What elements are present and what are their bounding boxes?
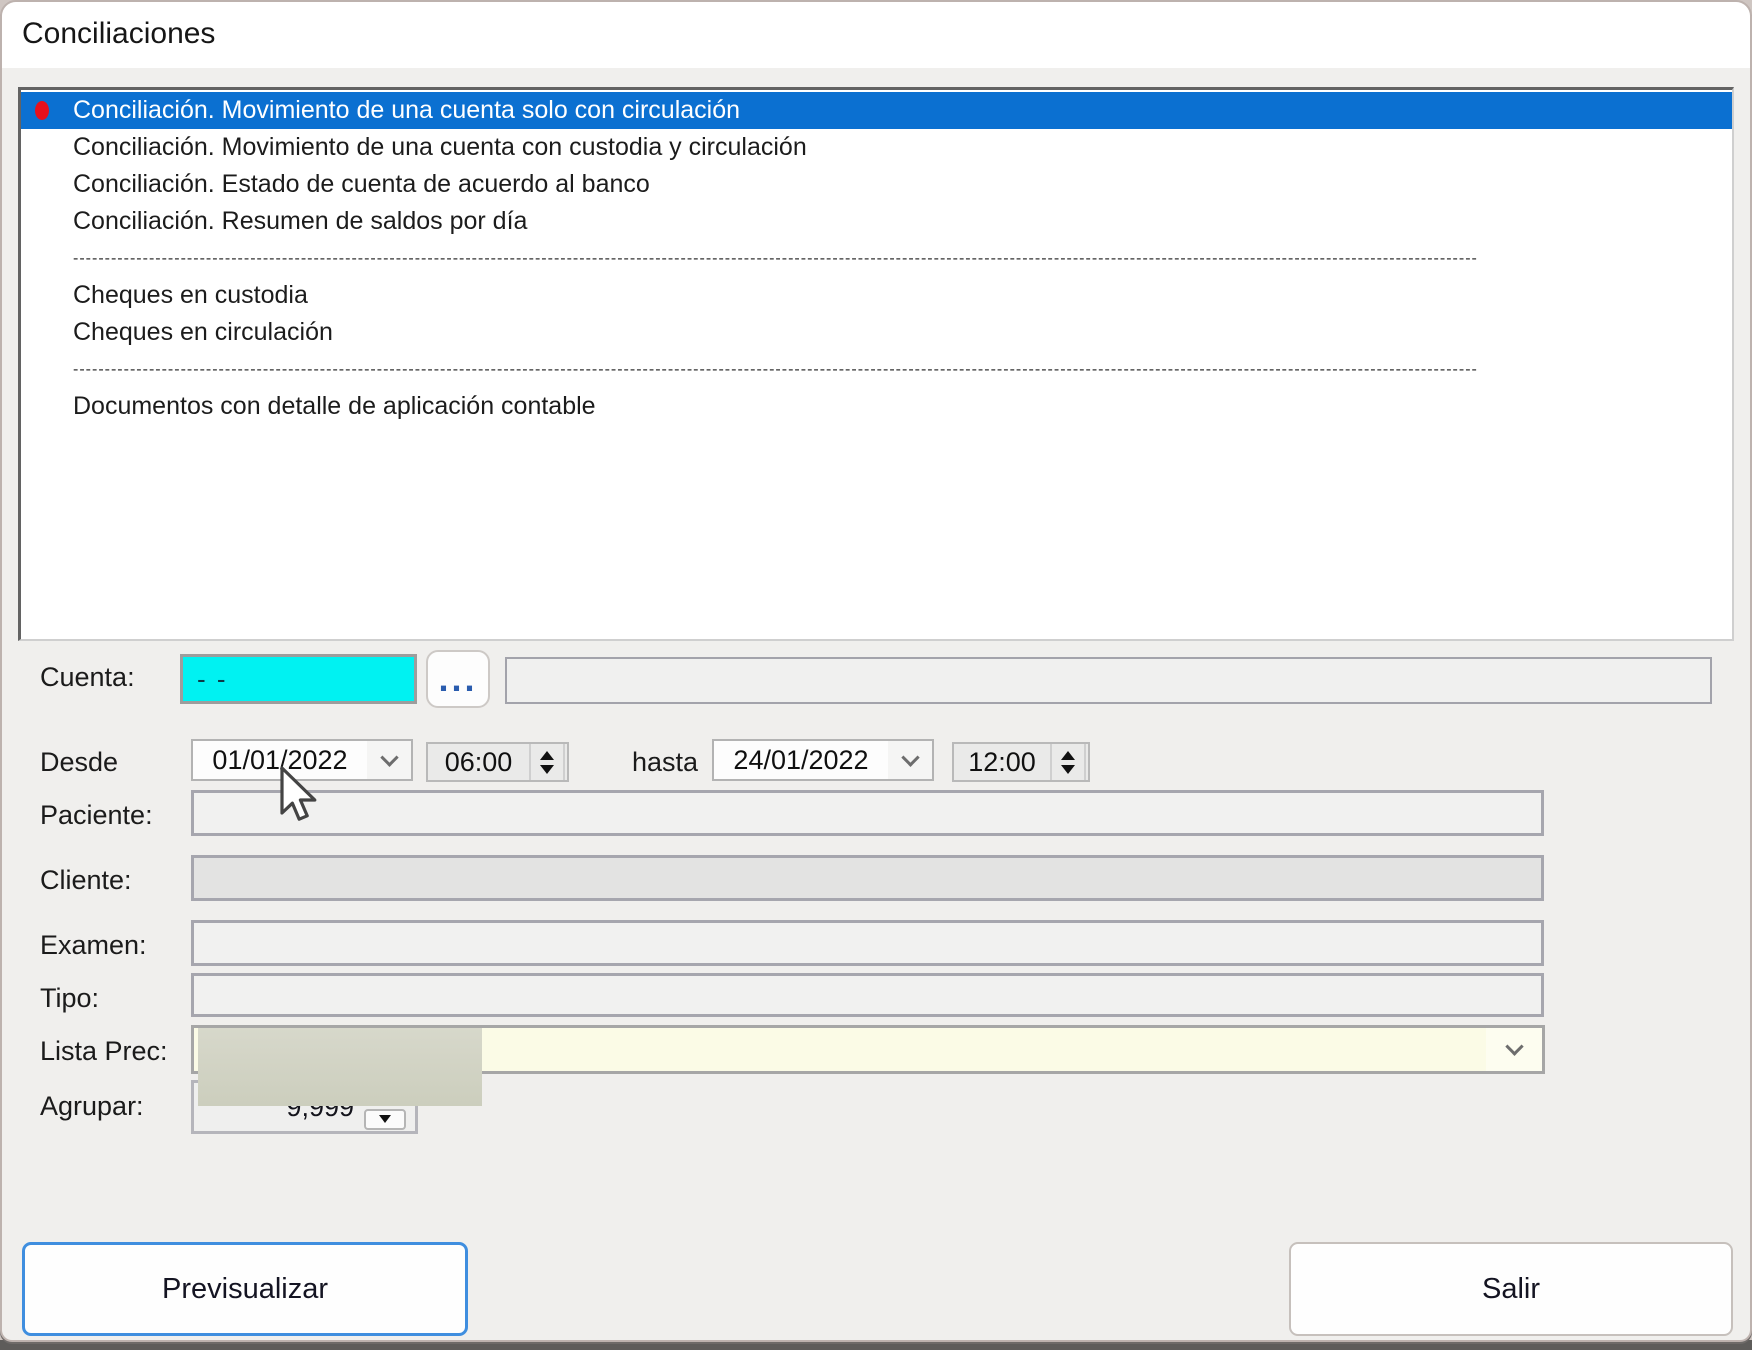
cliente-input <box>191 855 1544 901</box>
desde-label: Desde <box>40 747 118 778</box>
paciente-label: Paciente: <box>40 800 153 831</box>
chevron-down-icon <box>1505 1037 1523 1055</box>
previsualizar-button[interactable]: Previsualizar <box>22 1242 468 1336</box>
hasta-date-dropdown-button[interactable] <box>888 741 932 779</box>
list-item-cheques-circulacion[interactable]: Cheques en circulación <box>21 314 1732 351</box>
hasta-date-picker[interactable]: 24/01/2022 <box>712 739 934 781</box>
list-item-resumen-saldos[interactable]: Conciliación. Resumen de saldos por día <box>21 203 1732 240</box>
examen-label: Examen: <box>40 930 147 961</box>
cliente-label: Cliente: <box>40 865 132 896</box>
list-item-cheques-custodia[interactable]: Cheques en custodia <box>21 277 1732 314</box>
agrupar-label: Agrupar: <box>40 1091 144 1122</box>
agrupar-spin-down-button[interactable] <box>364 1109 406 1130</box>
hasta-time-value: 12:00 <box>954 744 1050 780</box>
spin-down-icon <box>379 1115 391 1123</box>
spin-up-icon <box>1061 751 1075 760</box>
mouse-cursor-icon <box>278 766 322 832</box>
chevron-down-icon <box>901 748 919 766</box>
desde-date-dropdown-button[interactable] <box>367 741 411 779</box>
hasta-label: hasta <box>632 747 698 778</box>
list-item-label: Documentos con detalle de aplicación con… <box>73 392 596 420</box>
hasta-time-spinner[interactable]: 12:00 <box>952 742 1090 782</box>
examen-input[interactable] <box>191 920 1544 966</box>
desde-time-value: 06:00 <box>428 744 529 780</box>
cuenta-description-field[interactable] <box>505 657 1712 704</box>
list-item-label: Cheques en custodia <box>73 281 308 309</box>
hasta-date-value: 24/01/2022 <box>714 741 888 779</box>
list-item-documentos-aplicacion-contable[interactable]: Documentos con detalle de aplicación con… <box>21 388 1732 425</box>
paciente-input[interactable] <box>191 790 1544 836</box>
spin-down-icon <box>540 765 554 774</box>
list-item-label: Conciliación. Movimiento de una cuenta s… <box>73 96 740 124</box>
salir-button[interactable]: Salir <box>1289 1242 1733 1336</box>
list-item-label: Conciliación. Resumen de saldos por día <box>73 207 527 235</box>
tipo-input[interactable] <box>191 973 1544 1017</box>
spin-down-icon <box>1061 765 1075 774</box>
redacted-area <box>198 1028 482 1106</box>
lista-prec-dropdown-button[interactable] <box>1486 1028 1542 1071</box>
title-bar: Conciliaciones <box>2 2 1750 68</box>
selected-bullet-icon <box>35 101 49 120</box>
list-item-label: Conciliación. Estado de cuenta de acuerd… <box>73 170 650 198</box>
cuenta-browse-button[interactable]: ... <box>426 650 490 708</box>
list-item-estado-cuenta-banco[interactable]: Conciliación. Estado de cuenta de acuerd… <box>21 166 1732 203</box>
list-item-conciliacion-custodia-circulacion[interactable]: Conciliación. Movimiento de una cuenta c… <box>21 129 1732 166</box>
list-item-label: Cheques en circulación <box>73 318 333 346</box>
spin-up-icon <box>540 751 554 760</box>
window-title: Conciliaciones <box>22 17 215 51</box>
desde-time-updown-buttons[interactable] <box>529 744 565 780</box>
chevron-down-icon <box>380 748 398 766</box>
cuenta-code-input[interactable]: - - <box>180 654 417 704</box>
lista-prec-label: Lista Prec: <box>40 1036 168 1067</box>
report-listbox[interactable]: Conciliación. Movimiento de una cuenta s… <box>18 87 1734 641</box>
conciliaciones-dialog: Conciliaciones Conciliación. Movimiento … <box>0 0 1752 1342</box>
hasta-time-updown-buttons[interactable] <box>1050 744 1086 780</box>
list-item-conciliacion-solo-circulacion[interactable]: Conciliación. Movimiento de una cuenta s… <box>21 92 1732 129</box>
tipo-label: Tipo: <box>40 983 99 1014</box>
cuenta-label: Cuenta: <box>40 662 135 693</box>
list-separator: ----------------------------------------… <box>21 351 1732 388</box>
desde-time-spinner[interactable]: 06:00 <box>426 742 569 782</box>
list-separator: ----------------------------------------… <box>21 240 1732 277</box>
list-item-label: Conciliación. Movimiento de una cuenta c… <box>73 133 807 161</box>
